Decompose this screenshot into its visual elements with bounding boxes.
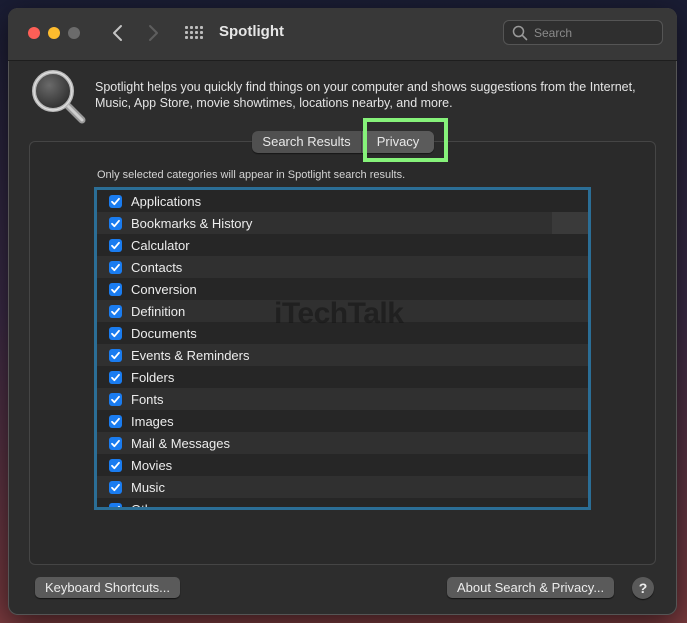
checkmark-icon (111, 395, 120, 403)
category-label: Events & Reminders (131, 347, 250, 363)
category-checkbox[interactable] (109, 502, 122, 507)
close-button[interactable] (28, 27, 40, 39)
privacy-tab-highlight (363, 118, 448, 162)
category-label: Images (131, 413, 174, 429)
category-label: Bookmarks & History (131, 215, 253, 231)
list-item[interactable]: Events & Reminders (97, 344, 588, 366)
category-checkbox[interactable] (109, 282, 122, 296)
help-button[interactable]: ? (632, 577, 654, 599)
checkmark-icon (111, 417, 120, 425)
category-checkbox[interactable] (109, 370, 122, 384)
category-label: Folders (131, 369, 175, 385)
grid-icon[interactable] (185, 26, 203, 40)
checkmark-icon (111, 197, 120, 205)
categories-scroll[interactable]: Applications Bookmarks & History Calculato… (97, 190, 588, 510)
list-item[interactable]: Applications (97, 190, 588, 212)
list-item[interactable]: Movies (97, 454, 588, 476)
list-item[interactable]: Music (97, 476, 588, 498)
preferences-window: Spotlight Spotlight helps you quickly fi… (8, 8, 677, 615)
category-label: Mail & Messages (131, 435, 230, 451)
checkmark-icon (111, 351, 120, 359)
magnifying-glass-icon (32, 70, 86, 124)
category-label: Conversion (131, 281, 197, 297)
category-label: Fonts (131, 391, 164, 407)
list-item[interactable]: Folders (97, 366, 588, 388)
list-item[interactable]: Bookmarks & History (97, 212, 588, 234)
checkmark-icon (111, 461, 120, 469)
list-item[interactable]: Mail & Messages (97, 432, 588, 454)
category-checkbox[interactable] (109, 326, 122, 340)
search-icon (512, 25, 528, 41)
category-label: Music (131, 479, 165, 495)
checkmark-icon (111, 329, 120, 337)
category-checkbox[interactable] (109, 414, 122, 428)
category-checkbox[interactable] (109, 392, 122, 406)
category-label: Movies (131, 457, 173, 473)
chevron-left-icon (113, 25, 122, 41)
category-checkbox[interactable] (109, 480, 122, 494)
list-item[interactable]: Contacts (97, 256, 588, 278)
category-checkbox[interactable] (109, 436, 122, 450)
checkmark-icon (111, 241, 120, 249)
category-checkbox[interactable] (109, 216, 122, 230)
checkmark-icon (111, 285, 120, 293)
zoom-button[interactable] (68, 27, 80, 39)
titlebar: Spotlight (8, 8, 677, 61)
tab-search-results[interactable]: Search Results (252, 131, 362, 153)
checkmark-icon (111, 373, 120, 381)
category-label: Documents (131, 325, 197, 341)
search-input[interactable] (534, 24, 656, 42)
category-checkbox[interactable] (109, 260, 122, 274)
list-item[interactable]: Calculator (97, 234, 588, 256)
back-button[interactable] (107, 22, 129, 44)
checkmark-icon (111, 263, 120, 271)
checkmark-icon (111, 307, 120, 315)
keyboard-shortcuts-button[interactable]: Keyboard Shortcuts... (35, 577, 181, 598)
category-checkbox[interactable] (109, 194, 122, 208)
category-label: Calculator (131, 237, 190, 253)
category-label: Contacts (131, 259, 183, 275)
checkmark-icon (111, 483, 120, 491)
spotlight-description: Spotlight helps you quickly find things … (95, 80, 636, 110)
category-checkbox[interactable] (109, 458, 122, 472)
search-field[interactable] (503, 20, 663, 45)
category-checkbox[interactable] (109, 304, 122, 318)
forward-button[interactable] (142, 22, 164, 44)
category-label: Other (131, 501, 164, 510)
category-label: Definition (131, 303, 186, 319)
categories-hint: Only selected categories will appear in … (97, 169, 406, 181)
list-item[interactable]: Other (97, 498, 588, 510)
scroll-indicator (552, 212, 588, 234)
category-label: Applications (131, 193, 202, 209)
categories-list[interactable]: Applications Bookmarks & History Calculato… (94, 187, 591, 510)
checkmark-icon (111, 439, 120, 447)
list-item[interactable]: Images (97, 410, 588, 432)
checkmark-icon (117, 505, 120, 507)
watermark: iTechTalk (274, 297, 404, 330)
checkmark-icon (111, 219, 120, 227)
list-item[interactable]: Fonts (97, 388, 588, 410)
about-search-privacy-button[interactable]: About Search & Privacy... (447, 577, 615, 598)
minimize-button[interactable] (48, 27, 60, 39)
category-checkbox[interactable] (109, 238, 122, 252)
category-checkbox[interactable] (109, 348, 122, 362)
chevron-right-icon (149, 25, 158, 41)
window-title: Spotlight (219, 23, 284, 40)
